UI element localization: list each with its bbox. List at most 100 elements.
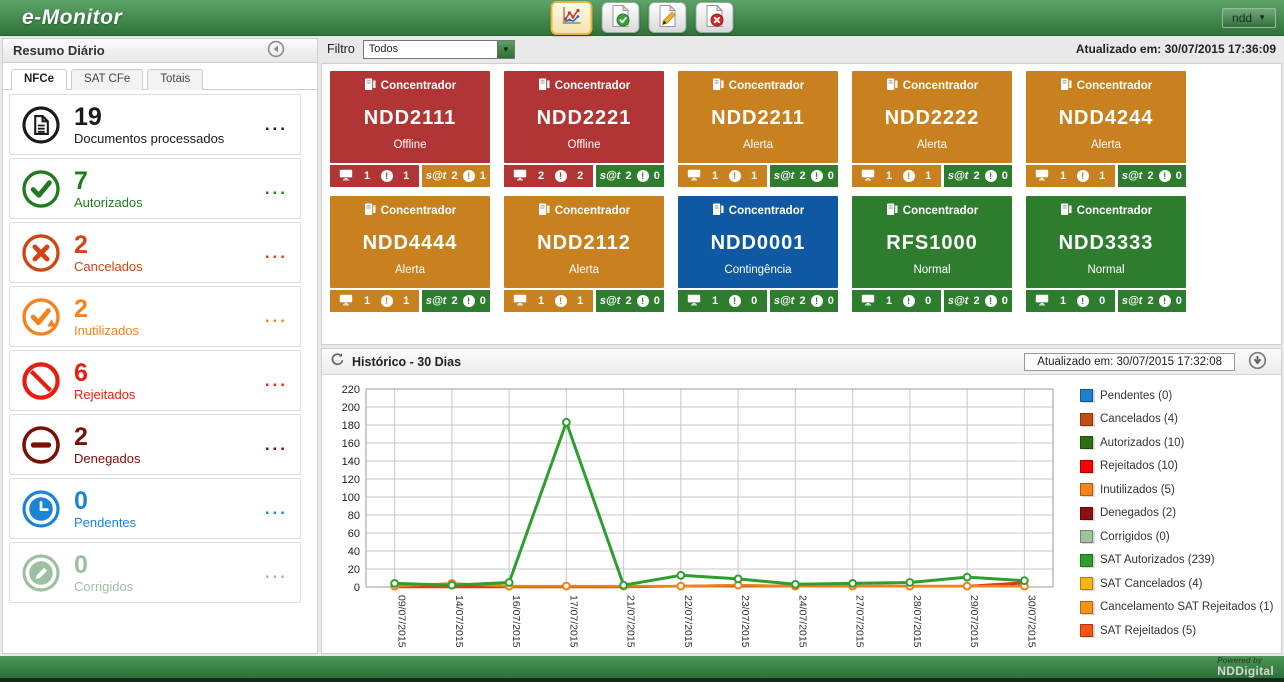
sat-status-segment: s@t 2 ! 0: [596, 165, 664, 187]
summary-count: 2: [74, 232, 143, 258]
more-options-button[interactable]: ...: [265, 568, 288, 578]
concentrator-card[interactable]: Concentrador NDD4444 Alerta 1 ! 1 s@t 2 …: [330, 196, 490, 312]
sat-label: s@t: [600, 295, 621, 307]
server-icon: [364, 203, 376, 219]
card-header-label: Concentrador: [729, 80, 804, 92]
concentrator-card[interactable]: Concentrador NDD3333 Normal 1 ! 0 s@t 2 …: [1026, 196, 1186, 312]
sat-error-count: 0: [1002, 295, 1008, 307]
sat-error-count: 0: [1176, 295, 1182, 307]
legend-item[interactable]: SAT Cancelados (4): [1080, 577, 1279, 590]
legend-swatch: [1080, 624, 1093, 637]
legend-item[interactable]: Autorizados (10): [1080, 436, 1279, 449]
more-options-button[interactable]: ...: [265, 248, 288, 258]
summary-item-denegados[interactable]: 2 Denegados ...: [9, 414, 301, 475]
legend-item[interactable]: Cancelamento SAT Rejeitados (1): [1080, 601, 1279, 614]
alert-count-icon: !: [463, 295, 475, 307]
approve-document-button[interactable]: [602, 2, 640, 33]
legend-item[interactable]: Denegados (2): [1080, 507, 1279, 520]
monitor-count: 2: [538, 170, 544, 182]
download-button[interactable]: [1248, 351, 1267, 373]
filter-select[interactable]: Todos ▼: [363, 40, 515, 59]
user-menu-button[interactable]: ndd ▼: [1222, 8, 1276, 28]
more-options-button[interactable]: ...: [265, 376, 288, 386]
concentrator-card[interactable]: Concentrador NDD2211 Alerta 1 ! 1 s@t 2 …: [678, 71, 838, 187]
alert-count-icon: !: [1159, 295, 1171, 307]
sat-status-segment: s@t 2 ! 0: [596, 290, 664, 312]
more-options-button[interactable]: ...: [265, 440, 288, 450]
legend-item[interactable]: Pendentes (0): [1080, 389, 1279, 402]
svg-text:120: 120: [342, 474, 360, 486]
summary-item-rejeitados[interactable]: 6 Rejeitados ...: [9, 350, 301, 411]
alert-count-icon: !: [811, 295, 823, 307]
tab-nfce[interactable]: NFCe: [11, 69, 67, 90]
app-footer: Powered by NDDigital: [0, 656, 1284, 678]
concentrator-status: Alerta: [330, 264, 490, 276]
sat-count: 2: [625, 295, 631, 307]
monitor-status-segment: 1 ! 0: [678, 290, 767, 312]
legend-item[interactable]: Corrigidos (0): [1080, 530, 1279, 543]
refresh-icon[interactable]: [330, 352, 345, 372]
alert-count-icon: !: [1077, 170, 1089, 182]
chart-tool-button[interactable]: [551, 1, 593, 35]
download-circle-icon: [1248, 351, 1267, 373]
summary-item-pendentes[interactable]: 0 Pendentes ...: [9, 478, 301, 539]
tab-totais[interactable]: Totais: [147, 69, 203, 90]
legend-item[interactable]: SAT Autorizados (239): [1080, 554, 1279, 567]
svg-text:21/07/2015: 21/07/2015: [625, 595, 637, 648]
concentrator-card[interactable]: Concentrador NDD2112 Alerta 1 ! 1 s@t 2 …: [504, 196, 664, 312]
more-options-button[interactable]: ...: [265, 184, 288, 194]
summary-item-cancelados[interactable]: 2 Cancelados ...: [9, 222, 301, 283]
monitor-error-count: 0: [925, 295, 931, 307]
legend-label: Inutilizados (5): [1100, 484, 1175, 496]
historico-header: Histórico - 30 Dias Atualizado em: 30/07…: [322, 349, 1281, 375]
historico-panel: Histórico - 30 Dias Atualizado em: 30/07…: [321, 348, 1282, 654]
legend-item[interactable]: Rejeitados (10): [1080, 460, 1279, 473]
card-header-label: Concentrador: [381, 205, 456, 217]
concentrator-card[interactable]: Concentrador NDD2222 Alerta 1 ! 1 s@t 2 …: [852, 71, 1012, 187]
summary-label: Rejeitados: [74, 387, 135, 402]
filter-select-value: Todos: [364, 43, 497, 55]
legend-item[interactable]: Cancelados (4): [1080, 413, 1279, 426]
server-icon: [538, 203, 550, 219]
monitor-icon: [861, 294, 875, 309]
summary-item-documentos-processados[interactable]: 19 Documentos processados ...: [9, 94, 301, 155]
summary-label: Inutilizados: [74, 323, 139, 338]
collapse-sidebar-button[interactable]: [267, 40, 285, 61]
more-options-button[interactable]: ...: [265, 504, 288, 514]
prohibited-icon: [20, 360, 62, 402]
monitor-error-count: 1: [925, 170, 931, 182]
monitor-icon: [339, 294, 353, 309]
card-header-label: Concentrador: [903, 80, 978, 92]
reject-document-button[interactable]: [696, 2, 734, 33]
legend-label: SAT Rejeitados (5): [1100, 625, 1196, 637]
sat-label: s@t: [948, 295, 969, 307]
card-header-label: Concentrador: [381, 80, 456, 92]
summary-item-autorizados[interactable]: 7 Autorizados ...: [9, 158, 301, 219]
svg-text:160: 160: [342, 438, 360, 450]
more-options-button[interactable]: ...: [265, 312, 288, 322]
edit-document-button[interactable]: [649, 2, 687, 33]
concentrator-card[interactable]: Concentrador NDD2221 Offline 2 ! 2 s@t 2…: [504, 71, 664, 187]
legend-item[interactable]: Inutilizados (5): [1080, 483, 1279, 496]
concentrator-card[interactable]: Concentrador NDD0001 Contingência 1 ! 0 …: [678, 196, 838, 312]
sat-error-count: 0: [654, 170, 660, 182]
concentrator-card[interactable]: Concentrador RFS1000 Normal 1 ! 0 s@t 2 …: [852, 196, 1012, 312]
tab-sat-cfe[interactable]: SAT CFe: [71, 69, 143, 90]
more-options-button[interactable]: ...: [265, 120, 288, 130]
arrow-left-circle-icon: [267, 40, 285, 61]
summary-item-corrigidos[interactable]: 0 Corrigidos ...: [9, 542, 301, 603]
concentrator-card[interactable]: Concentrador NDD2111 Offline 1 ! 1 s@t 2…: [330, 71, 490, 187]
concentrator-card[interactable]: Concentrador NDD4244 Alerta 1 ! 1 s@t 2 …: [1026, 71, 1186, 187]
summary-item-inutilizados[interactable]: 2 Inutilizados ...: [9, 286, 301, 347]
legend-item[interactable]: SAT Rejeitados (5): [1080, 624, 1279, 637]
alert-count-icon: !: [811, 170, 823, 182]
monitor-count: 1: [712, 295, 718, 307]
check-warning-icon: [20, 296, 62, 338]
monitor-error-count: 1: [403, 170, 409, 182]
monitor-icon: [861, 169, 875, 184]
summary-label: Documentos processados: [74, 131, 224, 146]
sat-count: 2: [451, 295, 457, 307]
monitor-icon: [1035, 294, 1049, 309]
concentrator-name: NDD2211: [678, 107, 838, 130]
sat-label: s@t: [1122, 295, 1143, 307]
